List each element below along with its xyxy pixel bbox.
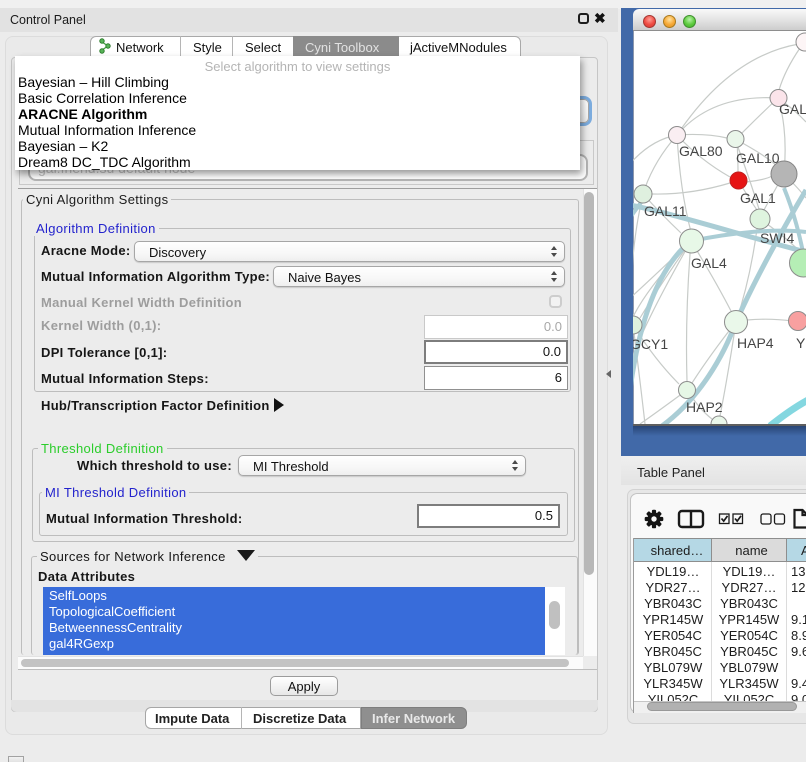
svg-text:GAL: GAL [779, 101, 806, 117]
svg-text:HAP4: HAP4 [737, 335, 774, 351]
svg-text:GAL10: GAL10 [736, 150, 780, 166]
svg-text:GCY1: GCY1 [633, 336, 668, 352]
svg-text:Y: Y [796, 335, 806, 351]
svg-text:HAP2: HAP2 [686, 399, 723, 415]
svg-text:SWI4: SWI4 [760, 230, 794, 246]
svg-text:GAL80: GAL80 [679, 143, 723, 159]
svg-text:GAL1: GAL1 [740, 190, 776, 206]
svg-text:GAL4: GAL4 [691, 255, 727, 271]
svg-text:GAL11: GAL11 [644, 203, 687, 219]
